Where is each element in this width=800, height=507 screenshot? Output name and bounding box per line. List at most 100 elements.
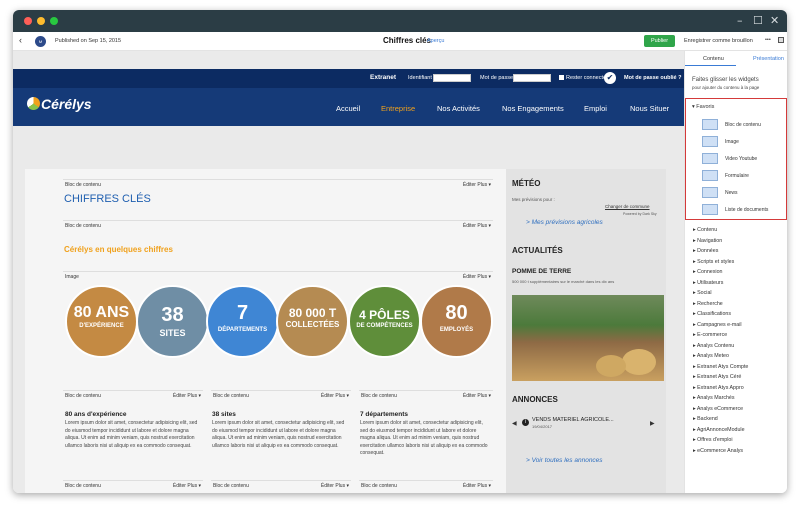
- plus-menu[interactable]: Plus ▾: [477, 223, 491, 229]
- all-ads-link[interactable]: > Voir toutes les annonces: [526, 457, 603, 464]
- powered-by[interactable]: Powered by Dark Sky: [623, 212, 657, 216]
- edit-label[interactable]: Éditer: [321, 483, 334, 489]
- category-label[interactable]: AgriAnnonceModule: [697, 427, 745, 433]
- category-label[interactable]: Extranet Atys Céré: [697, 374, 741, 380]
- zoom-dot-icon[interactable]: [50, 17, 58, 25]
- category-label[interactable]: Contenu: [697, 227, 717, 233]
- edit-menu[interactable]: Éditer Plus ▾: [463, 223, 491, 229]
- category-label[interactable]: E-commerce: [697, 332, 727, 338]
- change-commune-link[interactable]: Changer de commune: [605, 204, 650, 209]
- category-label[interactable]: Utilisateurs: [697, 280, 723, 286]
- category-utilisateurs[interactable]: ▸ Utilisateurs: [693, 280, 723, 286]
- category-atys-appro[interactable]: ▸ Extranet Atys Appro: [693, 385, 744, 391]
- category-analys-contenu[interactable]: ▸ Analys Contenu: [693, 343, 734, 349]
- content-block-toolbar[interactable]: Bloc de contenu Éditer Plus ▾: [359, 480, 493, 490]
- favorites-toggle[interactable]: ▾ Favoris: [692, 104, 714, 110]
- edit-menu[interactable]: Éditer Plus ▾: [463, 274, 491, 280]
- category-campagnes[interactable]: ▸ Campagnes e-mail: [693, 322, 742, 328]
- category-label[interactable]: Backend: [697, 416, 718, 422]
- nav-entreprise[interactable]: Entreprise: [381, 104, 415, 113]
- category-offres-emploi[interactable]: ▸ Offres d'emploi: [693, 437, 733, 443]
- category-label[interactable]: eCommerce Analys: [697, 448, 743, 454]
- content-block-toolbar[interactable]: Bloc de contenu Éditer Plus ▾: [211, 390, 351, 400]
- category-label[interactable]: Navigation: [697, 238, 722, 244]
- plus-menu[interactable]: Plus ▾: [477, 274, 491, 280]
- edit-label[interactable]: Éditer: [463, 274, 476, 280]
- category-label[interactable]: Analys Meteo: [697, 353, 729, 359]
- more-icon[interactable]: •••: [765, 37, 771, 43]
- logo-icon[interactable]: [27, 97, 40, 110]
- favorites-label[interactable]: Favoris: [696, 104, 714, 110]
- content-block-toolbar[interactable]: Bloc de contenu Éditer Plus ▾: [63, 220, 493, 230]
- plus-menu[interactable]: Plus ▾: [477, 483, 491, 489]
- content-block-toolbar[interactable]: Bloc de contenu Éditer Plus ▾: [211, 480, 351, 490]
- category-donnees[interactable]: ▸ Données: [693, 248, 718, 254]
- password-field[interactable]: [513, 74, 551, 82]
- maximize-icon[interactable]: ☐: [753, 14, 763, 28]
- category-label[interactable]: Offres d'emploi: [697, 437, 732, 443]
- plus-menu[interactable]: Plus ▾: [335, 393, 349, 399]
- tab-contenu[interactable]: Contenu: [703, 56, 724, 62]
- content-block-toolbar[interactable]: Bloc de contenu Éditer Plus ▾: [63, 480, 203, 490]
- edit-label[interactable]: Éditer: [463, 483, 476, 489]
- category-label[interactable]: Extranet Atys Compte: [697, 364, 748, 370]
- content-block-toolbar[interactable]: Bloc de contenu Éditer Plus ▾: [63, 390, 203, 400]
- tab-presentation[interactable]: Présentation: [753, 56, 784, 62]
- category-social[interactable]: ▸ Social: [693, 290, 712, 296]
- preview-link[interactable]: Aperçu: [427, 38, 444, 44]
- category-atys-cere[interactable]: ▸ Extranet Atys Céré: [693, 374, 741, 380]
- plus-menu[interactable]: Plus ▾: [187, 483, 201, 489]
- news-headline[interactable]: POMME DE TERRE: [512, 268, 571, 275]
- publish-button[interactable]: Publier: [644, 35, 675, 47]
- back-icon[interactable]: ‹: [19, 35, 22, 45]
- next-arrow-icon[interactable]: ▶: [650, 420, 655, 427]
- close-dot-icon[interactable]: [24, 17, 32, 25]
- minimize-dot-icon[interactable]: [37, 17, 45, 25]
- avatar[interactable]: M: [35, 36, 46, 47]
- category-scripts[interactable]: ▸ Scripts et styles: [693, 259, 734, 265]
- category-label[interactable]: Campagnes e-mail: [697, 322, 741, 328]
- category-label[interactable]: Recherche: [697, 301, 723, 307]
- edit-label[interactable]: Éditer: [173, 483, 186, 489]
- category-recherche[interactable]: ▸ Recherche: [693, 301, 723, 307]
- content-block-toolbar[interactable]: Bloc de contenu Éditer Plus ▾: [359, 390, 493, 400]
- edit-label[interactable]: Éditer: [463, 393, 476, 399]
- forgot-password-link[interactable]: Mot de passe oublié ?: [624, 75, 681, 81]
- prev-arrow-icon[interactable]: ◀: [512, 420, 517, 427]
- category-label[interactable]: Scripts et styles: [697, 259, 734, 265]
- minimize-icon[interactable]: –: [737, 14, 743, 28]
- category-classifications[interactable]: ▸ Classifications: [693, 311, 731, 317]
- close-icon[interactable]: ✕: [770, 14, 779, 28]
- edit-menu[interactable]: Éditer Plus ▾: [463, 182, 491, 188]
- login-submit-icon[interactable]: ✔: [604, 72, 616, 84]
- edit-label[interactable]: Éditer: [321, 393, 334, 399]
- category-label[interactable]: Classifications: [697, 311, 731, 317]
- category-ecommerce[interactable]: ▸ E-commerce: [693, 332, 727, 338]
- category-analys-ecommerce[interactable]: ▸ Analys eCommerce: [693, 406, 743, 412]
- category-analys-meteo[interactable]: ▸ Analys Meteo: [693, 353, 729, 359]
- plus-menu[interactable]: Plus ▾: [187, 393, 201, 399]
- image-block-toolbar[interactable]: Image Éditer Plus ▾: [63, 271, 493, 281]
- grid-icon[interactable]: [778, 37, 784, 43]
- category-connexion[interactable]: ▸ Connexion: [693, 269, 722, 275]
- plus-menu[interactable]: Plus ▾: [477, 393, 491, 399]
- edit-menu[interactable]: Éditer Plus ▾: [321, 393, 349, 399]
- edit-menu[interactable]: Éditer Plus ▾: [463, 483, 491, 489]
- category-label[interactable]: Données: [697, 248, 718, 254]
- plus-menu[interactable]: Plus ▾: [335, 483, 349, 489]
- edit-menu[interactable]: Éditer Plus ▾: [173, 393, 201, 399]
- nav-situer[interactable]: Nous Situer: [630, 104, 669, 113]
- category-backend[interactable]: ▸ Backend: [693, 416, 718, 422]
- edit-label[interactable]: Éditer: [173, 393, 186, 399]
- news-image[interactable]: [512, 295, 664, 381]
- category-ecommerce-analys[interactable]: ▸ eCommerce Analys: [693, 448, 743, 454]
- category-label[interactable]: Social: [697, 290, 711, 296]
- plus-menu[interactable]: Plus ▾: [477, 182, 491, 188]
- save-draft-button[interactable]: Enregistrer comme brouillon: [684, 38, 753, 44]
- category-navigation[interactable]: ▸ Navigation: [693, 238, 722, 244]
- content-block-toolbar[interactable]: Bloc de contenu Éditer Plus ▾: [63, 179, 493, 189]
- nav-emploi[interactable]: Emploi: [584, 104, 607, 113]
- remember-checkbox[interactable]: [559, 75, 564, 80]
- edit-menu[interactable]: Éditer Plus ▾: [173, 483, 201, 489]
- category-atys-compte[interactable]: ▸ Extranet Atys Compte: [693, 364, 748, 370]
